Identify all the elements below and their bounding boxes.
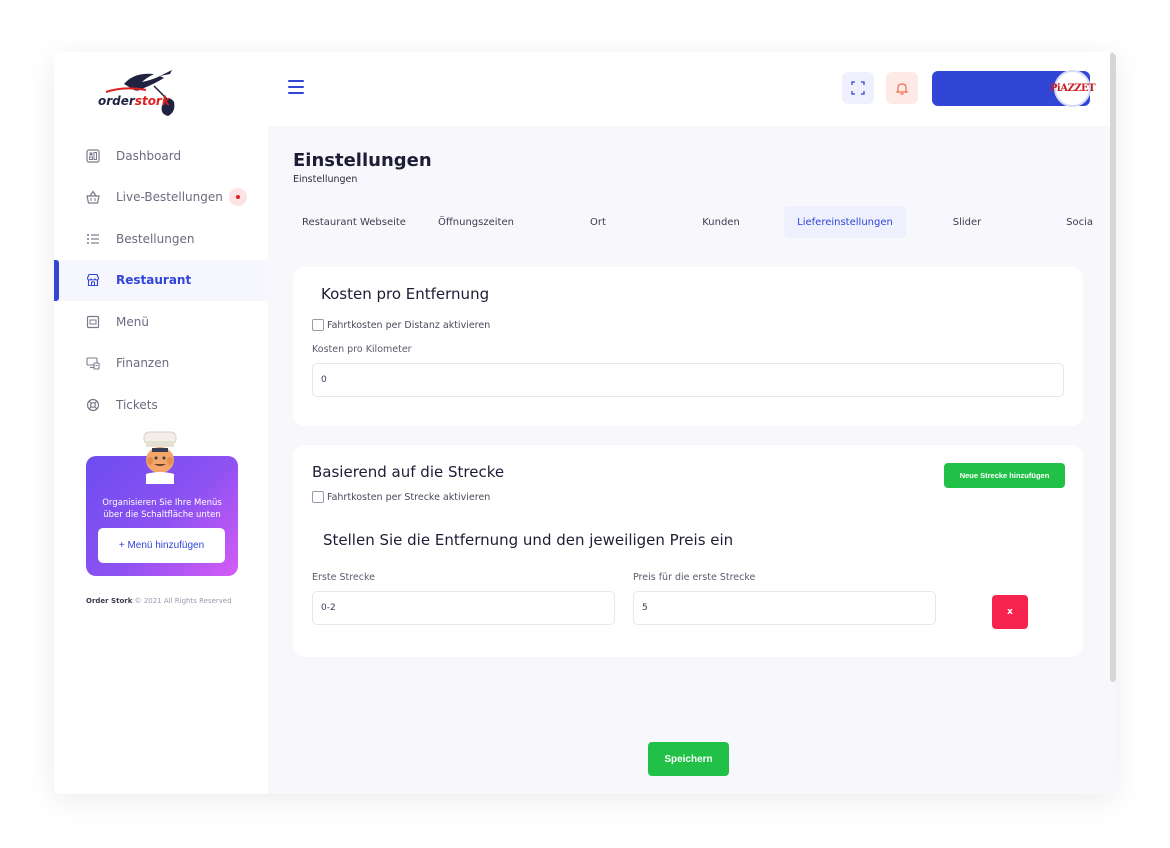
tab-delivery-settings[interactable]: Liefereinstellungen	[784, 206, 906, 238]
tab-opening-hours[interactable]: Öffnungszeiten	[415, 206, 537, 238]
checkbox-box[interactable]	[312, 491, 324, 503]
add-menu-button[interactable]: + Menü hinzufügen	[98, 528, 225, 563]
first-price-input[interactable]: 5	[633, 591, 936, 625]
sidebar-item-label: Dashboard	[116, 148, 182, 163]
sidebar-item-tickets[interactable]: Tickets	[54, 384, 268, 426]
lifebuoy-icon	[86, 398, 100, 411]
distance-cost-checkbox[interactable]: Fahrtkosten per Distanz aktivieren	[312, 319, 490, 331]
settings-tabs: Restaurant Webseite Öffnungszeiten Ort K…	[293, 206, 1093, 248]
first-range-label: Erste Strecke	[312, 572, 375, 583]
save-button[interactable]: Speichern	[648, 742, 729, 776]
tab-restaurant-website[interactable]: Restaurant Webseite	[293, 204, 415, 240]
checkbox-label: Fahrtkosten per Distanz aktivieren	[327, 319, 491, 331]
route-cost-checkbox[interactable]: Fahrtkosten per Strecke aktivieren	[312, 491, 490, 503]
tab-slider[interactable]: Slider	[906, 206, 1028, 238]
first-price-label: Preis für die erste Strecke	[633, 572, 756, 583]
stork-logo-icon	[105, 70, 175, 116]
top-bar: PiAZZET	[268, 52, 1116, 126]
sidebar-item-label: Finanzen	[116, 356, 170, 371]
notifications-button[interactable]	[886, 72, 918, 104]
fullscreen-icon	[851, 81, 865, 95]
promo-text: Organisieren Sie Ihre Menüs über die Sch…	[102, 498, 222, 520]
app-window: orderstork Dashboard Live-Bestellungen B…	[54, 52, 1116, 794]
distance-cost-card: Kosten pro Entfernung Fahrtkosten per Di…	[293, 267, 1083, 426]
sidebar-item-label: Tickets	[116, 397, 158, 412]
sidebar-item-menu[interactable]: Menü	[54, 301, 268, 343]
sidebar-item-orders[interactable]: Bestellungen	[54, 218, 268, 260]
page-title: Einstellungen	[293, 150, 432, 171]
main-content: Einstellungen Einstellungen Restaurant W…	[268, 126, 1116, 794]
chef-illustration-icon	[143, 431, 177, 484]
orderstork-logo[interactable]: orderstork	[94, 64, 184, 120]
sidebar-item-label: Restaurant	[116, 273, 192, 288]
checkbox-box[interactable]	[312, 319, 324, 331]
list-icon	[87, 233, 99, 244]
logo-wordmark: orderstork	[98, 94, 170, 108]
hamburger-menu-icon[interactable]	[288, 80, 304, 94]
basket-icon	[86, 190, 100, 204]
route-subtitle: Stellen Sie die Entfernung und den jewei…	[323, 531, 734, 549]
finance-icon	[86, 357, 100, 370]
route-cost-title: Basierend auf die Strecke	[312, 463, 505, 481]
sidebar-item-label: Menü	[116, 314, 149, 329]
first-range-input[interactable]: 0-2	[312, 591, 615, 625]
copyright-note: Order Stork © 2021 All Rights Reserved	[86, 597, 232, 605]
checkbox-label: Fahrtkosten per Strecke aktivieren	[327, 491, 491, 503]
dashboard-icon	[86, 149, 100, 163]
cost-per-km-input[interactable]: 0	[312, 363, 1064, 397]
add-route-button[interactable]: Neue Strecke hinzufügen	[944, 463, 1065, 488]
scrollbar[interactable]	[1110, 52, 1116, 682]
sidebar-item-finance[interactable]: Finanzen	[54, 343, 268, 385]
menu-book-icon	[86, 315, 100, 328]
bell-icon	[895, 83, 909, 95]
remove-route-button[interactable]: x	[992, 595, 1028, 629]
sidebar-item-label: Bestellungen	[116, 231, 195, 246]
fullscreen-button[interactable]	[842, 72, 874, 104]
sidebar-nav: Dashboard Live-Bestellungen Bestellungen…	[54, 135, 268, 426]
route-cost-card: Basierend auf die Strecke Neue Strecke h…	[293, 445, 1083, 657]
distance-cost-title: Kosten pro Entfernung	[321, 285, 490, 303]
sidebar-item-label: Live-Bestellungen	[116, 190, 223, 205]
tab-customers[interactable]: Kunden	[660, 206, 782, 238]
tab-social[interactable]: Socia	[1028, 206, 1093, 238]
sidebar: orderstork Dashboard Live-Bestellungen B…	[54, 52, 268, 794]
cost-per-km-label: Kosten pro Kilometer	[312, 344, 412, 355]
sidebar-item-restaurant[interactable]: Restaurant	[54, 259, 268, 301]
breadcrumb[interactable]: Einstellungen	[293, 174, 357, 185]
tab-location[interactable]: Ort	[537, 206, 659, 238]
sidebar-item-live-orders[interactable]: Live-Bestellungen	[54, 177, 268, 219]
sidebar-item-dashboard[interactable]: Dashboard	[54, 135, 268, 177]
store-icon	[86, 274, 100, 287]
live-status-badge	[228, 188, 247, 207]
avatar[interactable]: PiAZZET	[1050, 70, 1096, 107]
